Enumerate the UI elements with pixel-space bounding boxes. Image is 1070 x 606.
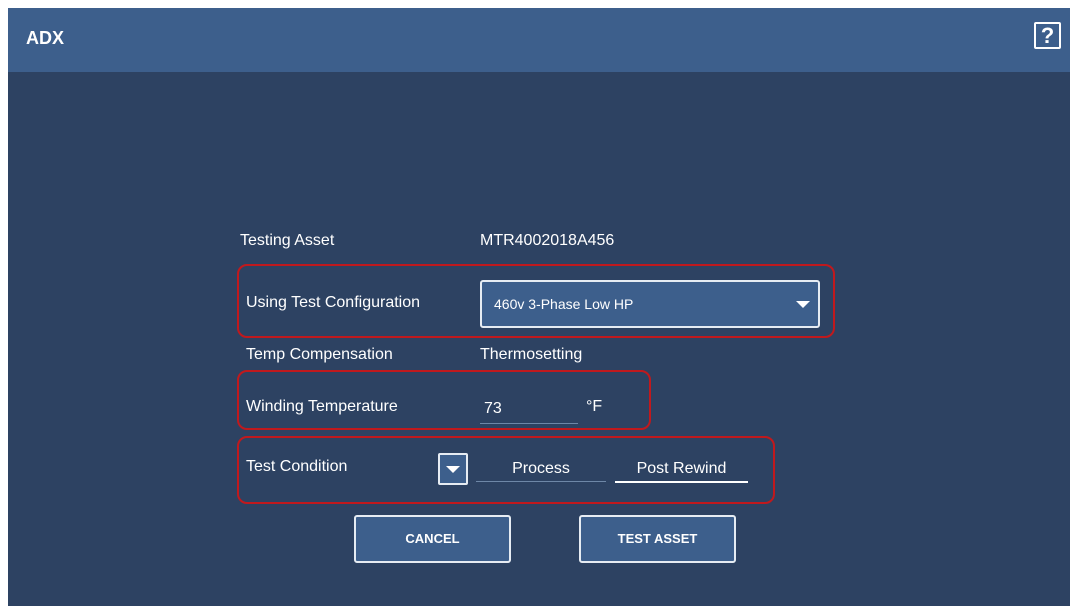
test-condition-label: Test Condition	[246, 458, 348, 475]
testing-asset-value: MTR4002018A456	[480, 232, 615, 249]
title-bar: ADX ?	[8, 8, 1070, 72]
test-condition-option-post-rewind[interactable]: Post Rewind	[615, 457, 748, 483]
temp-compensation-label: Temp Compensation	[246, 346, 393, 363]
app-window: ADX ? Testing Asset MTR4002018A456 Using…	[8, 8, 1070, 606]
temp-compensation-value: Thermosetting	[480, 346, 583, 363]
chevron-down-icon	[796, 301, 810, 308]
test-configuration-dropdown[interactable]: 460v 3-Phase Low HP	[480, 280, 820, 328]
test-asset-button[interactable]: TEST ASSET	[579, 515, 736, 563]
help-button[interactable]: ?	[1034, 22, 1061, 49]
temperature-unit: °F	[586, 398, 603, 415]
winding-temperature-label: Winding Temperature	[246, 398, 398, 415]
chevron-down-icon	[446, 466, 460, 473]
app-title: ADX	[26, 28, 65, 48]
test-condition-option-process[interactable]: Process	[476, 457, 606, 482]
test-configuration-selected: 460v 3-Phase Low HP	[494, 296, 634, 312]
testing-asset-label: Testing Asset	[240, 232, 335, 249]
test-condition-dropdown[interactable]	[438, 453, 468, 485]
cancel-button[interactable]: CANCEL	[354, 515, 511, 563]
winding-temperature-input[interactable]	[480, 394, 578, 424]
test-configuration-label: Using Test Configuration	[246, 294, 421, 311]
